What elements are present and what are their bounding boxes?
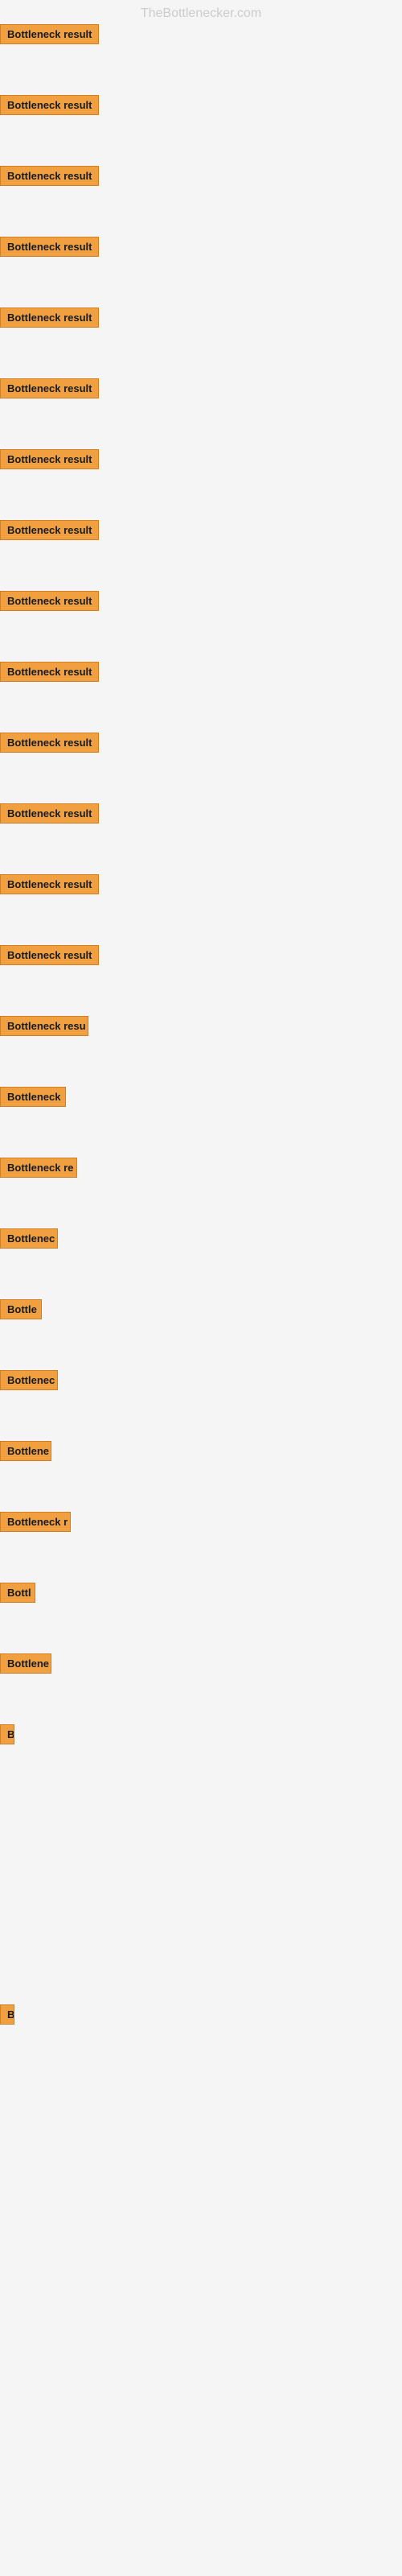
bottleneck-item-24: Bottlene <box>0 1653 51 1678</box>
bottleneck-badge-15[interactable]: Bottleneck resu <box>0 1016 88 1036</box>
bottleneck-item-4: Bottleneck result <box>0 237 99 261</box>
bottleneck-badge-8[interactable]: Bottleneck result <box>0 520 99 540</box>
bottleneck-item-22: Bottleneck r <box>0 1512 71 1536</box>
page-wrapper: TheBottlenecker.com Bottleneck resultBot… <box>0 0 402 2576</box>
bottleneck-badge-23[interactable]: Bottl <box>0 1583 35 1603</box>
bottleneck-badge-1[interactable]: Bottleneck result <box>0 24 99 44</box>
bottleneck-badge-20[interactable]: Bottlenec <box>0 1370 58 1390</box>
bottleneck-item-23: Bottl <box>0 1583 35 1607</box>
bottleneck-badge-12[interactable]: Bottleneck result <box>0 803 99 824</box>
bottleneck-item-3: Bottleneck result <box>0 166 99 190</box>
bottleneck-badge-13[interactable]: Bottleneck result <box>0 874 99 894</box>
bottleneck-item-1: Bottleneck result <box>0 24 99 48</box>
bottleneck-badge-18[interactable]: Bottlenec <box>0 1228 58 1249</box>
bottleneck-item-9: Bottleneck result <box>0 591 99 615</box>
bottleneck-badge-2[interactable]: Bottleneck result <box>0 95 99 115</box>
bottleneck-item-6: Bottleneck result <box>0 378 99 402</box>
bottleneck-badge-26[interactable]: B <box>0 2004 14 2025</box>
bottleneck-item-7: Bottleneck result <box>0 449 99 473</box>
bottleneck-badge-7[interactable]: Bottleneck result <box>0 449 99 469</box>
bottleneck-badge-21[interactable]: Bottlene <box>0 1441 51 1461</box>
bottleneck-badge-14[interactable]: Bottleneck result <box>0 945 99 965</box>
bottleneck-badge-11[interactable]: Bottleneck result <box>0 733 99 753</box>
bottleneck-item-20: Bottlenec <box>0 1370 58 1394</box>
bottleneck-item-19: Bottle <box>0 1299 42 1323</box>
bottleneck-item-12: Bottleneck result <box>0 803 99 828</box>
bottleneck-item-16: Bottleneck <box>0 1087 66 1111</box>
bottleneck-item-2: Bottleneck result <box>0 95 99 119</box>
bottleneck-badge-17[interactable]: Bottleneck re <box>0 1158 77 1178</box>
bottleneck-item-26: B <box>0 2004 14 2029</box>
bottleneck-item-15: Bottleneck resu <box>0 1016 88 1040</box>
bottleneck-item-18: Bottlenec <box>0 1228 58 1253</box>
bottleneck-badge-24[interactable]: Bottlene <box>0 1653 51 1674</box>
bottleneck-item-13: Bottleneck result <box>0 874 99 898</box>
bottleneck-item-10: Bottleneck result <box>0 662 99 686</box>
bottleneck-badge-10[interactable]: Bottleneck result <box>0 662 99 682</box>
bottleneck-badge-4[interactable]: Bottleneck result <box>0 237 99 257</box>
bottleneck-item-5: Bottleneck result <box>0 308 99 332</box>
bottleneck-badge-3[interactable]: Bottleneck result <box>0 166 99 186</box>
bottleneck-badge-25[interactable]: B <box>0 1724 14 1744</box>
bottleneck-badge-9[interactable]: Bottleneck result <box>0 591 99 611</box>
bottleneck-item-11: Bottleneck result <box>0 733 99 757</box>
bottleneck-item-8: Bottleneck result <box>0 520 99 544</box>
bottleneck-item-17: Bottleneck re <box>0 1158 77 1182</box>
bottleneck-item-21: Bottlene <box>0 1441 51 1465</box>
bottleneck-badge-19[interactable]: Bottle <box>0 1299 42 1319</box>
bottleneck-badge-16[interactable]: Bottleneck <box>0 1087 66 1107</box>
bottleneck-badge-5[interactable]: Bottleneck result <box>0 308 99 328</box>
bottleneck-badge-22[interactable]: Bottleneck r <box>0 1512 71 1532</box>
bottleneck-item-14: Bottleneck result <box>0 945 99 969</box>
bottleneck-badge-6[interactable]: Bottleneck result <box>0 378 99 398</box>
bottleneck-item-25: B <box>0 1724 14 1748</box>
